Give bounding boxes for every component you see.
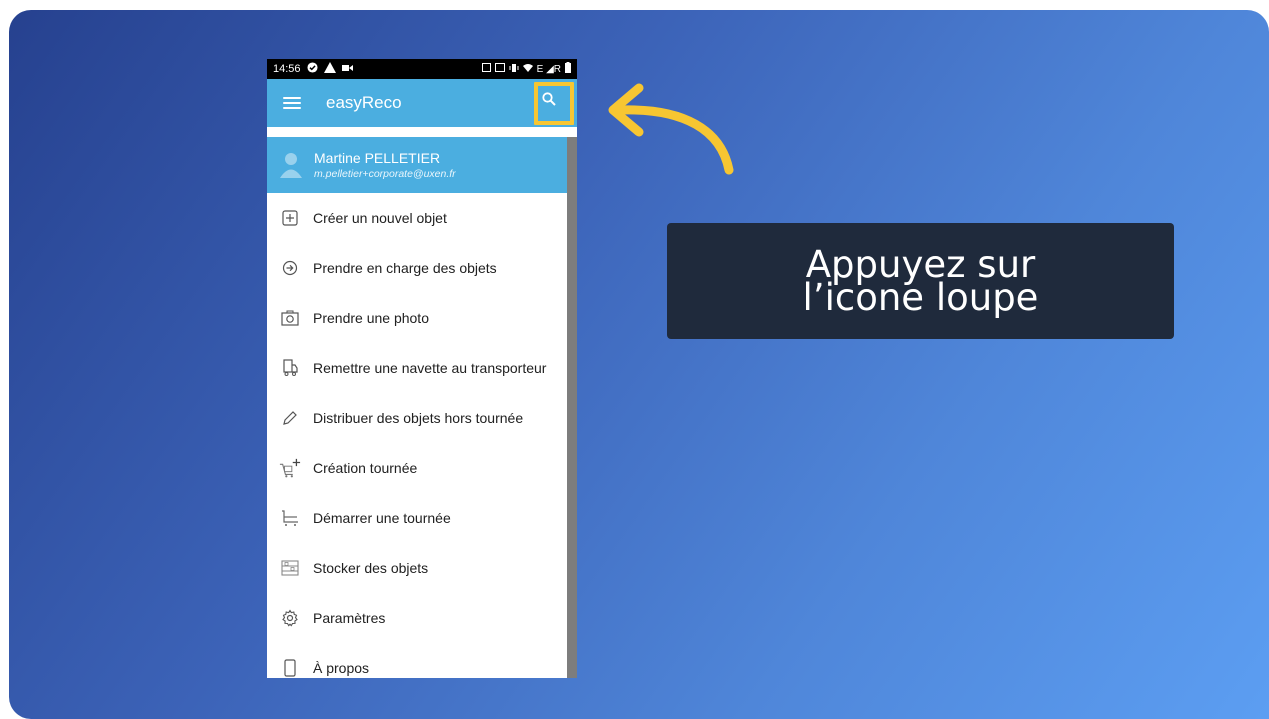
menu-item-label: Création tournée — [313, 460, 418, 476]
status-bar: 14:56 E ◢R — [267, 59, 577, 79]
truck-icon — [279, 357, 301, 379]
add-box-icon — [279, 207, 301, 229]
menu-item-label: Distribuer des objets hors tournée — [313, 410, 524, 426]
phone-screen: 14:56 E ◢R easyReco Martine PELLETIER m.… — [267, 59, 577, 678]
menu-item-label: Remettre une navette au transporteur — [313, 360, 547, 376]
menu-item-store-objects[interactable]: Stocker des objets — [267, 543, 567, 593]
menu-item-label: Créer un nouvel objet — [313, 210, 447, 226]
menu-item-label: Paramètres — [313, 610, 386, 626]
cast-icon — [494, 63, 505, 75]
camera-icon — [279, 307, 301, 329]
avatar-icon — [280, 153, 302, 178]
menu-item-distribute-off-route[interactable]: Distribuer des objets hors tournée — [267, 393, 567, 443]
phone-icon — [279, 657, 301, 678]
menu-item-label: À propos — [313, 660, 370, 676]
app-bar: easyReco — [267, 79, 577, 127]
instruction-callout: Appuyez sur l’icone loupe — [667, 223, 1174, 339]
battery-icon — [565, 62, 571, 76]
signal-text: E ◢R — [536, 63, 561, 75]
callout-line-2: l’icone loupe — [802, 276, 1039, 319]
tutorial-background: 14:56 E ◢R easyReco Martine PELLETIER m.… — [9, 10, 1269, 719]
menu-item-create-route[interactable]: Création tournée — [267, 443, 567, 493]
status-time: 14:56 — [273, 63, 301, 75]
user-name: Martine PELLETIER — [314, 150, 441, 166]
user-email: m.pelletier+corporate@uxen.fr — [314, 168, 456, 180]
menu-item-settings[interactable]: Paramètres — [267, 593, 567, 643]
menu-icon[interactable] — [283, 97, 301, 109]
menu-item-take-charge[interactable]: Prendre en charge des objets — [267, 243, 567, 293]
drawer-menu: Créer un nouvel objet Prendre en charge … — [267, 193, 567, 678]
shelf-icon — [279, 557, 301, 579]
check-circle-icon — [306, 62, 318, 76]
cart-icon — [279, 507, 301, 529]
menu-item-take-photo[interactable]: Prendre une photo — [267, 293, 567, 343]
curved-arrow-icon — [608, 83, 734, 175]
menu-item-label: Prendre en charge des objets — [313, 260, 497, 276]
menu-item-label: Prendre une photo — [313, 310, 429, 326]
app-title: easyReco — [326, 93, 402, 112]
menu-item-about[interactable]: À propos — [267, 643, 567, 678]
search-highlight-box — [534, 82, 574, 125]
video-icon — [341, 63, 353, 75]
arrow-circle-icon — [279, 257, 301, 279]
drawer-scrollbar[interactable] — [567, 137, 577, 678]
menu-item-start-route[interactable]: Démarrer une tournée — [267, 493, 567, 543]
pen-icon — [279, 407, 301, 429]
menu-item-create-object[interactable]: Créer un nouvel objet — [267, 193, 567, 243]
menu-item-label: Stocker des objets — [313, 560, 429, 576]
vibrate-icon — [509, 63, 519, 76]
warning-icon — [323, 62, 336, 76]
menu-item-hand-over-shuttle[interactable]: Remettre une navette au transporteur — [267, 343, 567, 393]
cart-plus-icon — [279, 457, 301, 479]
drawer-user-header[interactable]: Martine PELLETIER m.pelletier+corporate@… — [267, 137, 567, 193]
gear-icon — [279, 607, 301, 629]
wifi-icon — [522, 63, 533, 75]
nfc-icon — [481, 63, 491, 75]
menu-item-label: Démarrer une tournée — [313, 510, 451, 526]
